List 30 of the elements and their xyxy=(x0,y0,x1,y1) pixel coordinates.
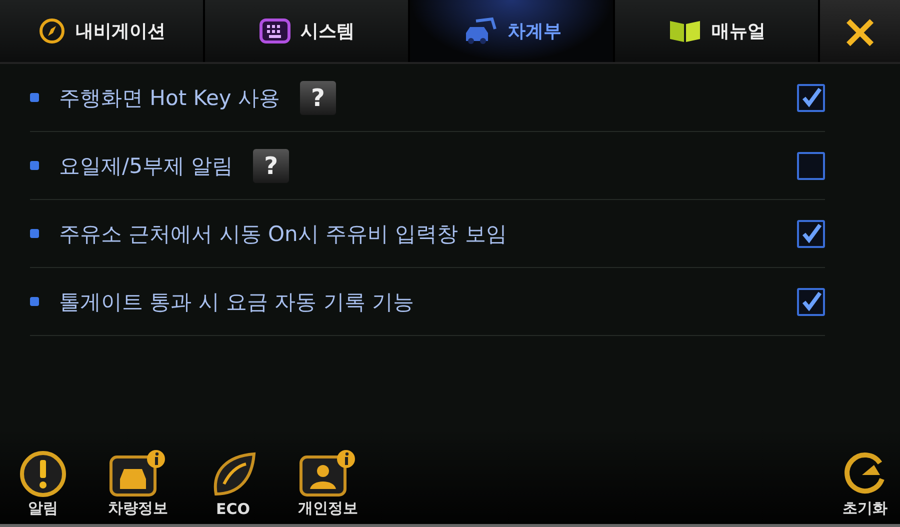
help-button[interactable]: ? xyxy=(253,148,290,182)
bullet-icon xyxy=(30,161,39,170)
setting-label: 주유소 근처에서 시동 On시 주유비 입력창 보임 xyxy=(59,220,507,248)
bullet-icon xyxy=(30,297,39,306)
tab[interactable]: 매뉴얼 xyxy=(615,0,820,62)
bottom-button[interactable]: 차량정보 xyxy=(108,449,168,518)
bullet-icon xyxy=(30,93,39,102)
book-icon xyxy=(668,18,702,44)
help-button[interactable]: ? xyxy=(300,80,336,114)
checkbox[interactable] xyxy=(797,220,825,248)
setting-label: 주행화면 Hot Key 사용 xyxy=(59,84,280,112)
bottom-button[interactable]: 알림 xyxy=(18,449,68,518)
bottom-button[interactable]: 개인정보 xyxy=(298,449,358,518)
tab[interactable]: 내비게이션 xyxy=(0,0,205,62)
close-button[interactable]: × xyxy=(820,0,900,62)
reset-button[interactable]: 초기화 xyxy=(840,449,890,518)
warning-icon xyxy=(18,449,68,499)
person-info-icon xyxy=(298,449,358,499)
setting-label: 요일제/5부제 알림 xyxy=(59,152,234,180)
compass-icon xyxy=(38,17,66,45)
checkbox[interactable] xyxy=(797,152,825,180)
keypad-icon xyxy=(258,18,290,44)
setting-label: 톨게이트 통과 시 요금 자동 기록 기능 xyxy=(59,288,414,316)
car-info-icon xyxy=(108,449,168,499)
tab[interactable]: 시스템 xyxy=(205,0,410,62)
bottom-button[interactable]: ECO xyxy=(208,450,258,518)
checkbox[interactable] xyxy=(797,84,825,112)
checkbox[interactable] xyxy=(797,288,825,316)
bullet-icon xyxy=(30,229,39,238)
tab[interactable]: 차계부 xyxy=(410,0,615,62)
